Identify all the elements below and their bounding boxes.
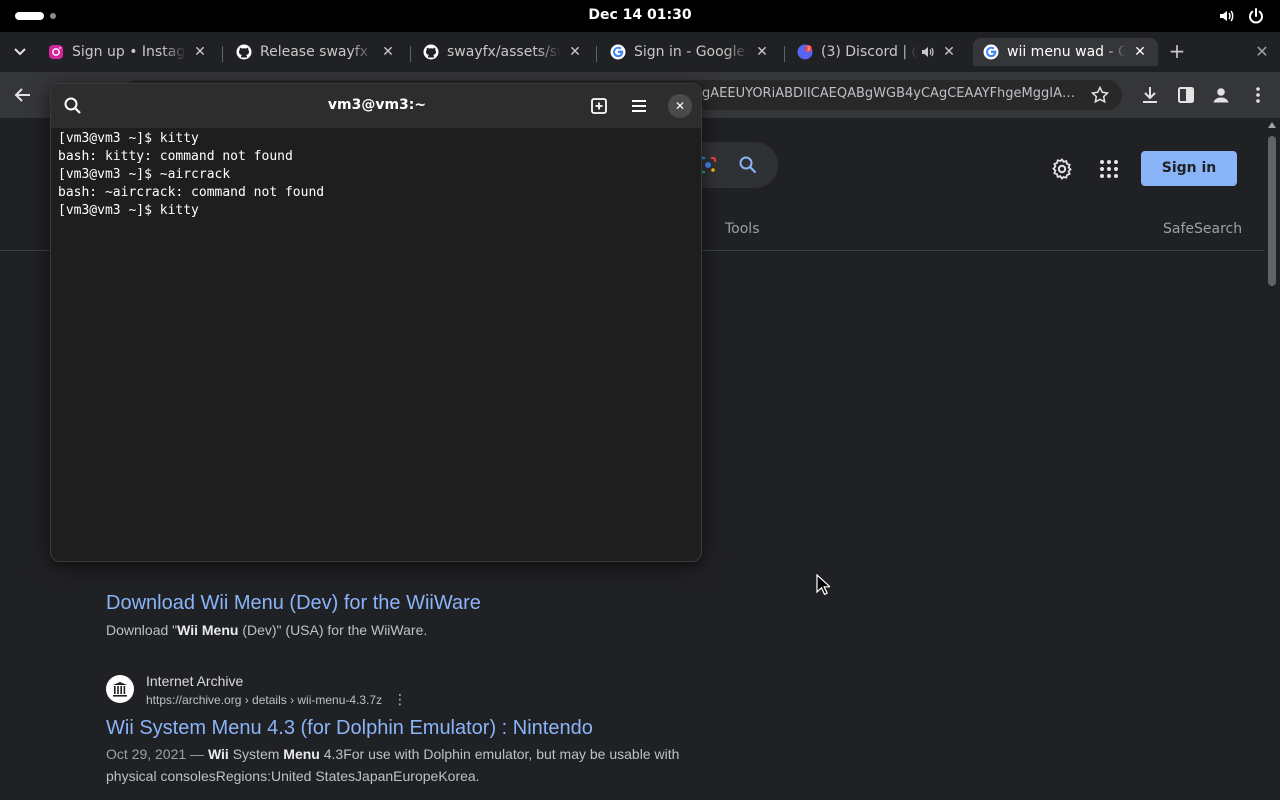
search-icon[interactable] — [738, 155, 758, 175]
tab-swayfx-assets[interactable]: swayfx/assets/swayfx ✕ — [413, 38, 593, 66]
tab-search-chevron-icon[interactable] — [10, 44, 30, 60]
settings-gear-icon[interactable] — [1050, 157, 1074, 181]
terminal-line: [vm3@vm3 ~]$ kitty — [58, 131, 199, 146]
google-apps-grid-icon[interactable] — [1097, 157, 1121, 181]
terminal-line: [vm3@vm3 ~]$ ~aircrack — [58, 167, 231, 182]
tab-discord[interactable]: 3 (3) Discord | @ ✕ — [787, 38, 967, 66]
result-more-icon[interactable]: ⋮ — [393, 692, 407, 708]
workspace-indicator — [50, 13, 56, 19]
tab-release-swayfx[interactable]: Release swayfx 0.3 ✕ — [226, 38, 406, 66]
tab-title: Release swayfx 0.3 — [260, 44, 374, 60]
side-panel-icon[interactable] — [1175, 84, 1197, 106]
tab-title: (3) Discord | @ — [821, 44, 917, 60]
discord-icon: 3 — [797, 44, 813, 60]
tab-divider — [596, 46, 597, 62]
back-arrow-icon[interactable] — [12, 84, 34, 106]
sign-in-button[interactable]: Sign in — [1141, 151, 1237, 186]
tab-title: wii menu wad - Google — [1007, 44, 1126, 60]
clock[interactable]: Dec 14 01:30 — [588, 7, 691, 23]
scrollbar-thumb[interactable] — [1268, 136, 1276, 286]
new-tab-button[interactable]: + — [1166, 40, 1188, 62]
new-tab-icon[interactable] — [589, 96, 609, 116]
tab-divider — [222, 46, 223, 62]
scroll-up-arrow[interactable] — [1268, 122, 1276, 128]
result-site-name: Internet Archive — [146, 673, 244, 689]
tab-close-icon[interactable]: ✕ — [380, 44, 396, 60]
terminal-output[interactable]: [vm3@vm3 ~]$ kitty bash: kitty: command n… — [58, 130, 698, 220]
profile-icon[interactable] — [1210, 84, 1232, 106]
terminal-close-button[interactable]: ✕ — [668, 94, 692, 118]
result-title-link[interactable]: Download Wii Menu (Dev) for the WiiWare — [106, 592, 481, 615]
result-title-link[interactable]: Wii System Menu 4.3 (for Dolphin Emulato… — [106, 717, 593, 740]
url-text: gAEEUYORiABDIICAEQABgWGB4yCAgCEAAYFhgeMg… — [702, 86, 1082, 101]
terminal-line: bash: ~aircrack: command not found — [58, 185, 325, 200]
tab-close-icon[interactable]: ✕ — [567, 44, 583, 60]
result-site-url[interactable]: https://archive.org › details › wii-menu… — [146, 693, 382, 707]
tab-title: swayfx/assets/swayfx — [447, 44, 561, 60]
terminal-window[interactable]: vm3@vm3:~ ✕ [vm3@vm3 ~]$ kitty bash: kitt… — [50, 83, 702, 562]
result-snippet: Download "Wii Menu (Dev)" (USA) for the … — [106, 622, 428, 638]
terminal-line: [vm3@vm3 ~]$ kitty — [58, 203, 199, 218]
tab-divider — [410, 46, 411, 62]
terminal-title: vm3@vm3:~ — [327, 97, 427, 113]
tab-close-icon[interactable]: ✕ — [192, 44, 208, 60]
result-snippet: Oct 29, 2021 — Wii System Menu 4.3For us… — [106, 746, 680, 784]
workspace-indicator-active — [15, 12, 44, 20]
google-icon — [610, 44, 626, 60]
tab-wii-menu-wad[interactable]: wii menu wad - Google ✕ — [973, 38, 1158, 66]
tab-close-icon[interactable]: ✕ — [941, 44, 957, 60]
more-menu-icon[interactable] — [1247, 84, 1269, 106]
tools-tab[interactable]: Tools — [725, 221, 760, 237]
tab-audio-speaker-icon[interactable] — [921, 45, 935, 59]
svg-text:3: 3 — [807, 46, 810, 52]
download-icon[interactable] — [1139, 84, 1161, 106]
tab-google-signin[interactable]: Sign in - Google Accounts ✕ — [600, 38, 780, 66]
tab-close-icon[interactable]: ✕ — [1132, 44, 1148, 60]
bookmark-star-icon[interactable] — [1090, 85, 1110, 105]
github-icon — [236, 44, 252, 60]
system-tray[interactable] — [1218, 7, 1264, 25]
power-icon — [1249, 8, 1263, 24]
google-icon — [983, 44, 999, 60]
tab-close-icon[interactable]: ✕ — [754, 44, 770, 60]
tab-strip: Sign up • Instagram ✕ Release swayfx 0.3… — [0, 32, 1280, 72]
window-close-button[interactable]: ✕ — [1252, 42, 1272, 62]
safesearch-link[interactable]: SafeSearch — [1163, 221, 1242, 237]
archive-building-icon — [113, 682, 127, 697]
tab-divider — [784, 46, 785, 62]
hamburger-menu-icon[interactable] — [629, 96, 649, 116]
speaker-icon — [1220, 10, 1234, 22]
terminal-line: bash: kitty: command not found — [58, 149, 293, 164]
page-scrollbar[interactable] — [1264, 118, 1280, 800]
archive-site-icon — [106, 675, 134, 703]
activities-button[interactable] — [15, 12, 56, 20]
mouse-pointer-icon — [816, 574, 830, 596]
instagram-icon — [49, 45, 63, 59]
tab-instagram[interactable]: Sign up • Instagram ✕ — [38, 38, 218, 66]
gnome-top-bar: Dec 14 01:30 — [0, 0, 1280, 32]
github-icon — [423, 44, 439, 60]
tab-title: Sign up • Instagram — [72, 44, 186, 60]
tab-title: Sign in - Google Accounts — [634, 44, 748, 60]
search-icon[interactable] — [63, 96, 83, 116]
terminal-headerbar[interactable]: vm3@vm3:~ ✕ — [51, 84, 701, 128]
